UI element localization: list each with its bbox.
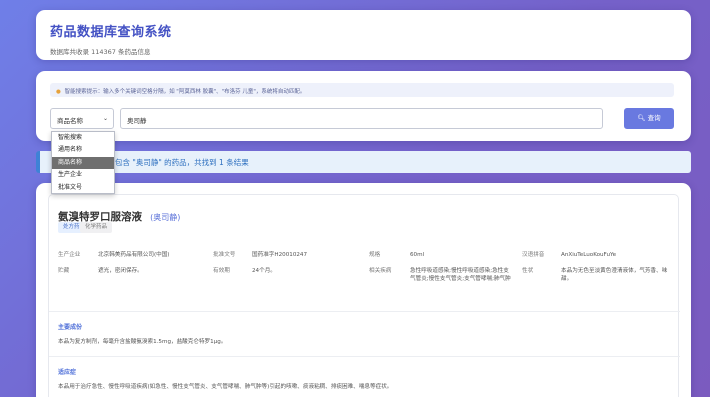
detail-card: 氨溴特罗口服溶液 (奥司静) 处方药 化学药品 生产企业 北京韩美药品有限公司(… [36,183,691,397]
chevron-down-icon: ⌄ [102,115,108,122]
search-field-selected: 商品名称 [57,117,83,125]
validity-value: 24个月。 [252,268,276,274]
approval-value: 国药准字H20010247 [252,252,308,258]
section-body-ingredients: 本品为复方制剂，每毫升含盐酸氨溴索1.5mg，盐酸克仑特罗1μg。 [58,339,227,345]
disease-value: 急性呼吸道感染;慢性呼吸道感染;急性支气管炎;慢性支气管炎;支气管哮喘;肺气肿 [410,268,511,282]
section-divider [49,356,680,357]
search-icon: 🔍︎ [637,114,646,122]
section-body-indications: 本品用于治疗急性、慢性呼吸道疾病(如急性、慢性支气管炎、支气管哮喘、肺气肿等)引… [58,384,393,390]
lightbulb-icon: ● [56,89,61,95]
dropdown-option-trade-name[interactable]: 商品名称 [52,156,114,170]
dropdown-option-generic-name[interactable]: 通用名称 [52,144,114,156]
app-subtitle: 数据库共收录 114367 条药品信息 [50,48,151,56]
app-title: 药品数据库查询系统 [50,25,172,40]
section-divider [49,311,680,312]
storage-value: 遮光，密闭保存。 [98,268,143,274]
section-title-ingredients: 主要成份 [58,324,83,331]
validity-label: 有效期 [213,268,230,274]
disease-label: 相关疾病 [369,268,392,274]
manufacturer-value: 北京韩美药品有限公司(中国) [98,252,170,258]
spec-value: 60ml [410,252,425,258]
manufacturer-label: 生产企业 [58,252,81,258]
search-field-dropdown: 智能搜索 通用名称 商品名称 生产企业 批准文号 [51,131,115,194]
search-button-label: 查询 [647,114,661,122]
result-banner-text: 找到包含 "奥司静" 的药品，共找到 1 条结果 [100,158,249,167]
storage-label: 贮藏 [58,268,70,274]
pinyin-value: AnXiuTeLuoKouFuYe [561,252,617,258]
search-card: ● 智能搜索提示：输入多个关键词空格分隔，如 "阿莫西林 胶囊"、"布洛芬 儿童… [36,71,691,141]
drug-keyword: (奥司静) [150,213,181,222]
traits-label: 性状 [522,268,534,274]
search-tip-text: 智能搜索提示：输入多个关键词空格分隔，如 "阿莫西林 胶囊"、"布洛芬 儿童"，… [64,89,306,95]
dropdown-option-approval-number[interactable]: 批准文号 [52,182,114,194]
search-button[interactable]: 🔍︎ 查询 [624,108,674,129]
traits-value: 本品为无色至淡黄色澄清液体，气芳香、味甜。 [561,268,668,282]
search-field-select[interactable]: 商品名称 ⌄ [50,108,114,129]
search-input[interactable]: 奥司静 [120,108,603,129]
dropdown-option-smart[interactable]: 智能搜索 [52,132,114,144]
dropdown-option-manufacturer[interactable]: 生产企业 [52,169,114,181]
search-tip: ● 智能搜索提示：输入多个关键词空格分隔，如 "阿莫西林 胶囊"、"布洛芬 儿童… [50,83,674,97]
tag-chemical: 化学药品 [80,222,113,233]
result-banner: 找到包含 "奥司静" 的药品，共找到 1 条结果 [36,151,691,173]
search-query-text: 奥司静 [127,117,147,125]
drug-panel: 氨溴特罗口服溶液 (奥司静) 处方药 化学药品 生产企业 北京韩美药品有限公司(… [48,194,680,397]
header-card: 药品数据库查询系统 数据库共收录 114367 条药品信息 [36,10,691,60]
pinyin-label: 汉语拼音 [522,252,545,258]
spec-label: 规格 [369,252,381,258]
section-title-indications: 适应症 [58,369,77,376]
approval-label: 批准文号 [213,252,236,258]
